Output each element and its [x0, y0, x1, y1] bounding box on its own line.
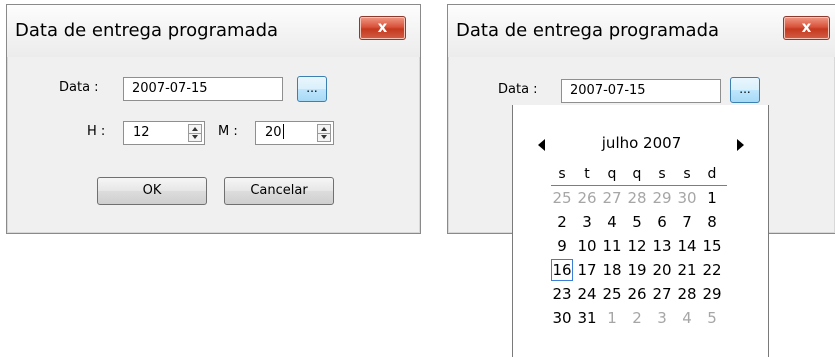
calendar-week-row: 30 31 1 2 3 4 5 [551, 307, 726, 331]
date-field[interactable]: 2007-07-15 [561, 79, 721, 103]
calendar-day[interactable]: 27 [651, 283, 673, 305]
calendar-day[interactable]: 7 [676, 211, 698, 233]
calendar-day[interactable]: 5 [701, 307, 723, 329]
close-icon: x [377, 18, 388, 36]
calendar-week-row: 9 10 11 12 13 14 15 [551, 235, 726, 259]
dialog-titlebar[interactable]: Data de entrega programada x [448, 5, 835, 57]
calendar-day[interactable]: 4 [601, 211, 623, 233]
hour-spin-buttons [188, 124, 202, 142]
calendar-day[interactable]: 25 [601, 283, 623, 305]
weekday-label: q [607, 166, 617, 182]
weekday-label: s [683, 166, 691, 182]
calendar-weeks: 25 26 27 28 29 30 1 2 3 4 5 6 7 8 9 10 11 12 13 14 15 16 17 18 1… [551, 187, 726, 331]
minute-decrement-button[interactable] [318, 133, 330, 141]
calendar-day[interactable]: 26 [576, 187, 598, 209]
calendar-day[interactable]: 26 [626, 283, 648, 305]
close-button[interactable]: x [783, 16, 830, 40]
calendar-day[interactable]: 17 [576, 259, 598, 281]
calendar-day[interactable]: 31 [576, 307, 598, 329]
date-label: Data : [498, 82, 538, 97]
weekday-label: s [558, 166, 566, 182]
calendar-day[interactable]: 13 [651, 235, 673, 257]
calendar-day[interactable]: 29 [701, 283, 723, 305]
minute-value-wrapper: 20 [265, 122, 284, 144]
calendar-day[interactable]: 25 [551, 187, 573, 209]
calendar-day[interactable]: 23 [551, 283, 573, 305]
calendar-day[interactable]: 22 [701, 259, 723, 281]
calendar-day-selected[interactable]: 16 [551, 259, 573, 281]
minute-spinner[interactable]: 20 [255, 121, 334, 145]
calendar-day[interactable]: 29 [651, 187, 673, 209]
calendar-day[interactable]: 9 [551, 235, 573, 257]
weekday-label: t [584, 166, 590, 182]
dialog-titlebar[interactable]: Data de entrega programada x [7, 5, 420, 57]
calendar-week-row: 25 26 27 28 29 30 1 [551, 187, 726, 211]
date-picker-button[interactable]: ... [730, 77, 760, 103]
calendar-day[interactable]: 3 [576, 211, 598, 233]
calendar-day[interactable]: 8 [701, 211, 723, 233]
hour-value: 12 [133, 125, 150, 140]
calendar-day[interactable]: 2 [626, 307, 648, 329]
ellipsis-icon: ... [306, 81, 318, 95]
calendar-week-row: 16 17 18 19 20 21 22 [551, 259, 726, 283]
calendar-day[interactable]: 28 [626, 187, 648, 209]
close-button[interactable]: x [359, 16, 406, 40]
calendar-popup: julho 2007 s t q q s s d 25 26 27 28 29 30 1 2 3… [512, 105, 769, 357]
calendar-day[interactable]: 14 [676, 235, 698, 257]
calendar-day[interactable]: 24 [576, 283, 598, 305]
calendar-day[interactable]: 18 [601, 259, 623, 281]
weekday-label: q [632, 166, 642, 182]
calendar-week-row: 23 24 25 26 27 28 29 [551, 283, 726, 307]
minute-spin-buttons [317, 124, 331, 142]
date-label: Data : [59, 80, 99, 95]
calendar-day[interactable]: 28 [676, 283, 698, 305]
weekday-label: d [707, 166, 717, 182]
ellipsis-icon: ... [739, 82, 751, 96]
calendar-day[interactable]: 4 [676, 307, 698, 329]
calendar-day[interactable]: 5 [626, 211, 648, 233]
text-cursor [282, 124, 284, 139]
calendar-day[interactable]: 3 [651, 307, 673, 329]
calendar-day[interactable]: 1 [701, 187, 723, 209]
hour-decrement-button[interactable] [189, 133, 201, 141]
calendar-day[interactable]: 6 [651, 211, 673, 233]
calendar-day[interactable]: 15 [701, 235, 723, 257]
hour-spinner[interactable]: 12 [123, 121, 205, 145]
calendar-day[interactable]: 30 [551, 307, 573, 329]
cancel-button[interactable]: Cancelar [224, 177, 334, 205]
hour-label: H : [87, 124, 106, 139]
calendar-day[interactable]: 19 [626, 259, 648, 281]
calendar-day[interactable]: 12 [626, 235, 648, 257]
next-month-arrow-icon[interactable] [737, 139, 744, 151]
ok-button[interactable]: OK [97, 177, 207, 205]
calendar-week-row: 2345678 [551, 211, 726, 235]
minute-label: M : [218, 124, 238, 139]
calendar-day[interactable]: 21 [676, 259, 698, 281]
weekday-header-row: s t q q s s d [551, 163, 726, 187]
calendar-day[interactable]: 30 [676, 187, 698, 209]
date-field[interactable]: 2007-07-15 [123, 77, 283, 101]
weekday-divider [551, 185, 727, 186]
calendar-grid: s t q q s s d 25 26 27 28 29 30 1 2 3 4 5 6 7 8 9 10 11 1… [551, 163, 726, 331]
calendar-month-title: julho 2007 [601, 134, 682, 152]
date-picker-button[interactable]: ... [297, 76, 327, 102]
calendar-day[interactable]: 10 [576, 235, 598, 257]
dialog-title: Data de entrega programada [456, 20, 720, 41]
weekday-label: s [658, 166, 666, 182]
dialog-title: Data de entrega programada [15, 20, 279, 41]
calendar-day[interactable]: 20 [651, 259, 673, 281]
calendar-day[interactable]: 2 [551, 211, 573, 233]
close-icon: x [801, 18, 812, 36]
scheduled-delivery-dialog: Data de entrega programada x Data : 2007… [6, 4, 421, 234]
minute-value: 20 [265, 125, 282, 140]
calendar-day[interactable]: 27 [601, 187, 623, 209]
calendar-day[interactable]: 11 [601, 235, 623, 257]
calendar-day[interactable]: 1 [601, 307, 623, 329]
